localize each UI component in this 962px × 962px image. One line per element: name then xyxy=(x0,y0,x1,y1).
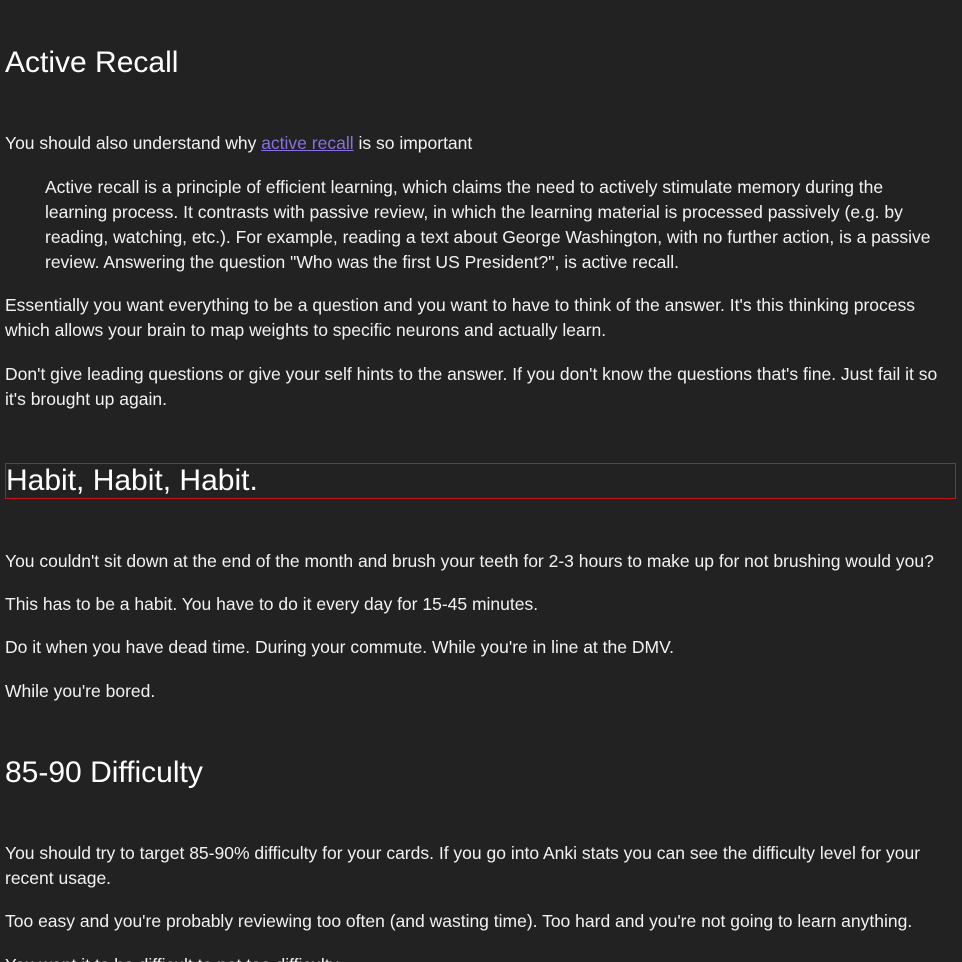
active-recall-paragraph-1: Essentially you want everything to be a … xyxy=(5,295,915,340)
intro-text-after: is so important xyxy=(353,133,473,153)
habit-paragraph-1: You couldn't sit down at the end of the … xyxy=(5,551,934,571)
habit-paragraph-2: This has to be a habit. You have to do i… xyxy=(5,594,539,614)
heading-active-recall: Active Recall xyxy=(5,46,179,79)
intro-text-before: You should also understand why xyxy=(5,133,262,153)
difficulty-paragraph-1: You should try to target 85-90% difficul… xyxy=(5,843,921,888)
habit-paragraph-4: While you're bored. xyxy=(5,681,156,701)
difficulty-paragraph-3: You want it to be difficult to not too d… xyxy=(5,953,960,962)
habit-paragraph-3: Do it when you have dead time. During yo… xyxy=(5,637,674,657)
heading-habit: Habit, Habit, Habit. xyxy=(5,463,956,499)
active-recall-intro: You should also understand why active re… xyxy=(5,131,960,156)
active-recall-paragraph-2: Don't give leading questions or give you… xyxy=(5,364,938,409)
active-recall-link[interactable]: active recall xyxy=(261,133,353,153)
heading-difficulty: 85-90 Difficulty xyxy=(5,756,203,789)
difficulty-paragraph-2: Too easy and you're probably reviewing t… xyxy=(5,911,913,931)
active-recall-quote: Active recall is a principle of efficien… xyxy=(45,177,931,272)
